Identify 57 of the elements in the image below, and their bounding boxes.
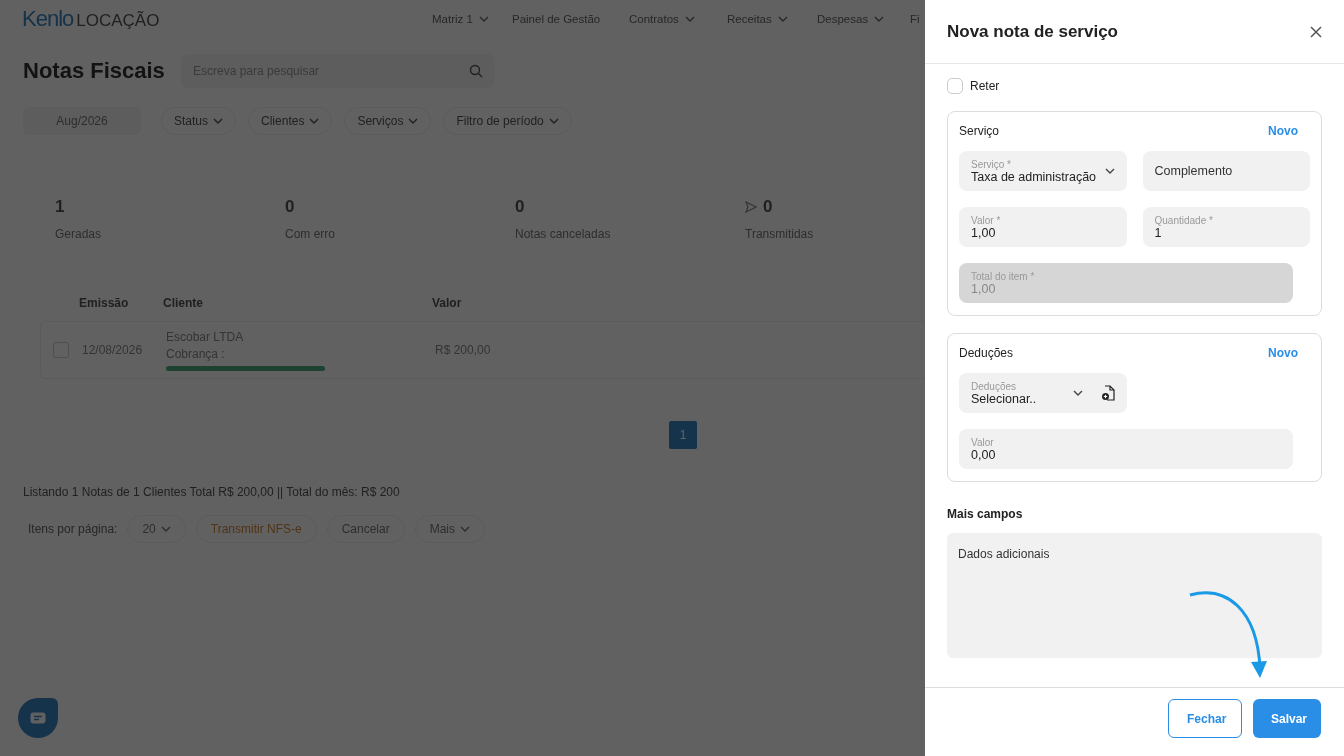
column-header: Emissão — [79, 296, 130, 310]
chevron-down-icon — [684, 16, 695, 22]
chevron-down-icon — [777, 16, 788, 22]
summary-text: Listando 1 Notas de 1 Clientes Total R$ 200,00 || Total do mês: R$ 200 — [23, 485, 401, 499]
save-button[interactable]: Salvar — [1253, 699, 1321, 738]
chevron-down-icon — [460, 526, 471, 532]
chevron-down-icon — [1072, 390, 1083, 396]
stat-value: 1 — [55, 196, 65, 217]
filter-dropdown[interactable]: Status — [161, 107, 237, 135]
chevron-down-icon — [874, 16, 885, 22]
input-field[interactable]: Complemento — [1142, 151, 1310, 191]
page-title: Notas Fiscais — [23, 58, 166, 84]
stat-value: 0 — [763, 196, 773, 217]
chevron-down-icon — [309, 118, 320, 124]
search-icon — [469, 64, 483, 78]
select-field[interactable]: Deduções Selecionar.. — [959, 373, 1127, 413]
per-page-label: Itens por página: — [28, 522, 118, 536]
select-field[interactable]: Serviço * Taxa de administração — [959, 151, 1127, 191]
column-header: Cliente — [163, 296, 204, 310]
input-field[interactable]: Valor 0,00 — [959, 429, 1293, 469]
checkbox[interactable] — [947, 78, 963, 94]
section-title: Mais campos — [947, 507, 1024, 521]
send-icon — [745, 200, 757, 213]
chevron-down-icon — [548, 118, 559, 124]
add-document-icon — [1100, 385, 1115, 401]
logo[interactable]: KenloLOCAÇÃO — [22, 6, 432, 32]
chevron-down-icon — [160, 526, 171, 532]
chat-button[interactable] — [18, 698, 58, 738]
nav-item[interactable]: Painel de Gestão — [512, 13, 629, 25]
chevron-down-icon — [408, 118, 419, 124]
nav-item[interactable]: Contratos — [629, 13, 727, 25]
chevron-down-icon — [478, 16, 489, 22]
action-button[interactable]: Transmitir NFS-e — [195, 515, 317, 543]
notes-field[interactable]: Dados adicionais — [947, 533, 1322, 658]
nav-item[interactable]: Fi — [910, 13, 920, 25]
stat-value: 0 — [285, 196, 295, 217]
input-field[interactable]: Valor * 1,00 — [959, 207, 1127, 247]
section-title: Deduções — [959, 346, 1014, 360]
chevron-down-icon — [1104, 168, 1115, 174]
drawer-title: Nova nota de serviço — [947, 21, 1118, 42]
new-link[interactable]: Novo — [1268, 346, 1298, 360]
stat-value: 0 — [515, 196, 525, 217]
close-icon[interactable] — [1310, 25, 1322, 38]
filter-dropdown[interactable]: Filtro de período — [443, 107, 572, 135]
chat-icon — [30, 712, 46, 724]
input-field[interactable]: Quantidade * 1 — [1142, 207, 1310, 247]
checkbox-label: Reter — [970, 79, 1000, 93]
filter-dropdown[interactable]: Clientes — [248, 107, 333, 135]
filter-dropdown[interactable]: Serviços — [344, 107, 432, 135]
new-link[interactable]: Novo — [1268, 124, 1298, 138]
nav-item[interactable]: Despesas — [817, 13, 910, 25]
chevron-down-icon — [213, 118, 224, 124]
page-button[interactable]: 1 — [669, 421, 697, 449]
nav-item[interactable]: Receitas — [727, 13, 817, 25]
close-button[interactable]: Fechar — [1168, 699, 1242, 738]
section-title: Serviço — [959, 124, 999, 138]
column-header: Valor — [432, 296, 463, 310]
